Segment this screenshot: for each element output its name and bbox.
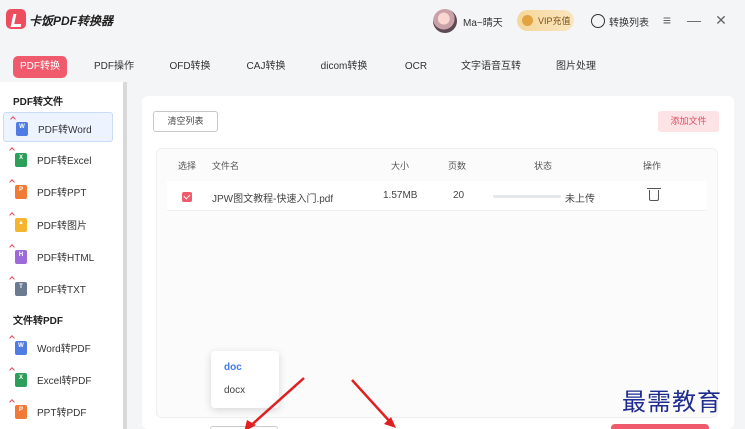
- arrow-down: [351, 379, 396, 428]
- annotation-arrows: [244, 377, 396, 429]
- arrow-to-format-select: [244, 377, 305, 429]
- watermark: 最需教育: [622, 388, 722, 416]
